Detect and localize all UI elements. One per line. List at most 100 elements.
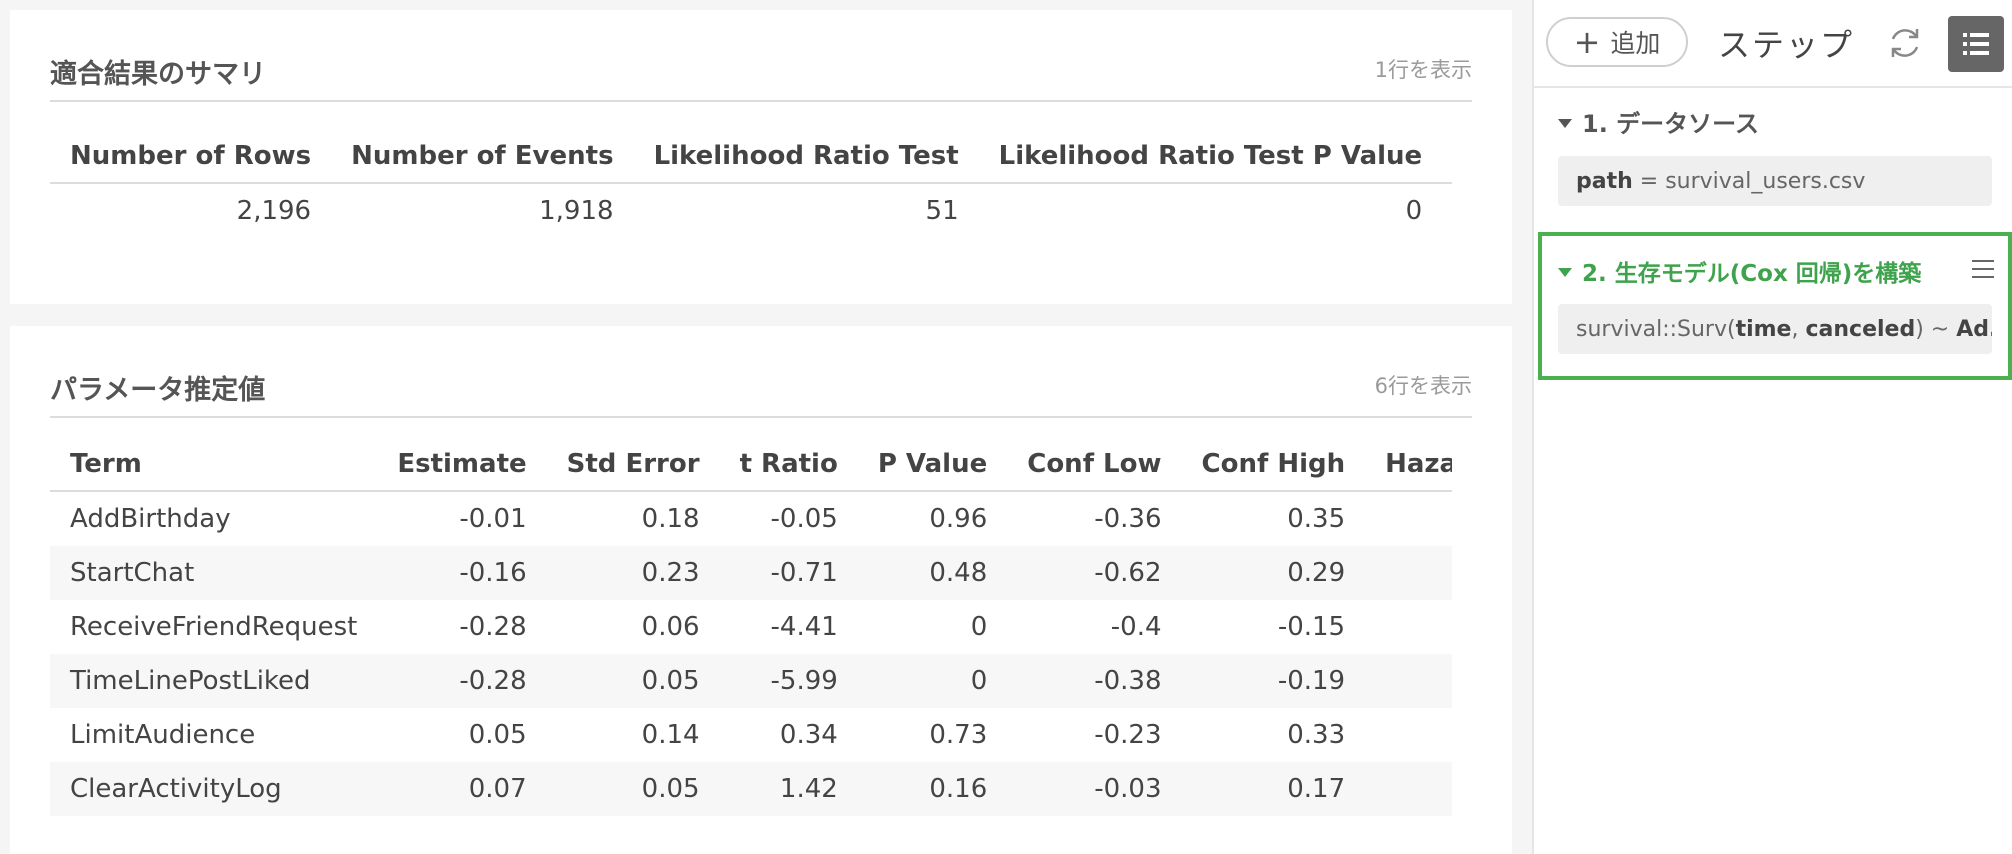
summary-cell: 0 [1405,196,1423,226]
step-2-selected[interactable]: 2. 生存モデル(Cox 回帰)を構築 survival::Surv(time,… [1538,232,2012,380]
value-cell: 1.07 [1345,762,1452,816]
summary-cell: 1,918 [539,196,614,226]
step-2-code-part: ) ~ [1915,316,1957,342]
step-2-code-truncated: Ad... [1956,316,1992,342]
summary-table-wrap[interactable]: Number of Rows Number of Events Likelihood… [50,130,1452,238]
summary-column-header[interactable]: Number of Rows [50,130,312,184]
parameters-column-header[interactable]: Estimate [357,438,527,492]
value-cell: 0.34 [779,720,838,750]
parameters-column-header[interactable]: Conf High [1161,438,1346,492]
value-cell: 0.35 [1287,504,1346,534]
step-1-code[interactable]: path = survival_users.csv [1558,156,1992,206]
step-1-title: 1. データソース [1582,110,1759,138]
value-cell: 0.18 [641,504,700,534]
refresh-icon[interactable] [1886,24,1924,62]
parameters-table: Term Estimate Std Error t Ratio P Value Conf … [50,438,1452,816]
value-cell: -0.05 [770,504,838,534]
value-cell: 0.06 [641,612,700,642]
value-cell: 0.76 [1345,600,1452,654]
value-cell: -5.99 [699,654,838,708]
value-cell: -0.4 [1110,612,1162,642]
steps-sidebar: + 追加 ステップ 1. データソース path = survival_user… [1532,0,2012,854]
value-cell: -0.62 [987,546,1162,600]
parameters-column-header[interactable]: Std Error [526,438,700,492]
collapse-triangle-icon [1558,118,1572,128]
value-cell: 0.99 [1345,491,1452,546]
summary-title: 適合結果のサマリ [50,59,266,90]
steps-title: ステップ [1718,26,1855,64]
add-step-label: 追加 [1610,29,1661,58]
step-2-code-part: , [1791,316,1806,342]
table-row: TimeLinePostLiked -0.28 0.05 -5.99 0 -0.38 -0.… [50,654,1452,708]
term-cell: StartChat [50,546,358,600]
parameters-column-header[interactable]: Conf Low [987,438,1162,492]
table-row: StartChat-0.160.23-0.710.48-0.620.290.85 [50,546,1452,600]
value-cell: -0.03 [987,762,1162,816]
step-2-code-part: survival::Surv( [1576,316,1736,342]
menu-icon[interactable] [1972,260,1994,278]
value-cell: 0.85 [1345,546,1452,600]
value-cell: -4.41 [770,612,838,642]
summary-column-header[interactable]: Likelihood Ratio Test [613,130,959,184]
value-cell: -0.36 [1094,504,1162,534]
summary-cell: 51 [925,196,959,226]
term-cell: ReceiveFriendRequest [70,612,358,642]
value-cell: 0.17 [1161,762,1346,816]
value-cell: -0.38 [987,654,1162,708]
step-2-code[interactable]: survival::Surv(time, canceled) ~ Ad... [1558,304,1992,354]
value-cell: 0.05 [526,762,700,816]
list-view-icon [1963,33,1989,55]
summary-column-header[interactable]: Score Test [1422,130,1452,184]
term-cell: ClearActivityLog [50,762,358,816]
summary-data-row: 2,196 1,918 51 050 [50,183,1452,238]
term-cell: AddBirthday [70,504,231,534]
main-content: 適合結果のサマリ 1行を表示 Number of Rows Number of E… [0,0,1532,854]
parameters-header-row: Term Estimate Std Error t Ratio P Value Conf … [50,438,1452,492]
add-step-button[interactable]: + 追加 [1546,17,1688,67]
value-cell: 0 [837,654,988,708]
parameters-body: AddBirthday-0.010.18-0.050.96-0.360.350.… [50,491,1452,816]
parameters-table-wrap[interactable]: Term Estimate Std Error t Ratio P Value Conf … [50,438,1452,816]
summary-cell: 50 [1422,183,1452,238]
parameters-title: パラメータ推定値 [50,375,266,406]
parameters-column-header[interactable]: P Value [837,438,988,492]
value-cell: -0.19 [1161,654,1346,708]
step-1-key: path [1576,168,1633,194]
parameters-row-count: 6行を表示 [1374,374,1472,398]
step-2-header[interactable]: 2. 生存モデル(Cox 回帰)を構築 [1558,254,1921,288]
value-cell: -0.23 [1094,720,1162,750]
parameters-card: パラメータ推定値 6行を表示 Term Estimate Std Error t Ra… [10,326,1512,854]
summary-column-header[interactable]: Likelihood Ratio Test P Value [958,130,1423,184]
value-cell: 0.07 [357,762,527,816]
value-cell: 0.76 [1345,654,1452,708]
summary-column-header[interactable]: Number of Events [311,130,614,184]
summary-header-row: Number of Rows Number of Events Likelihood… [50,130,1452,184]
value-cell: 0.29 [1161,546,1346,600]
parameters-header: パラメータ推定値 6行を表示 [50,326,1472,418]
step-1-header[interactable]: 1. データソース [1558,104,1759,139]
list-view-button[interactable] [1948,16,2004,72]
value-cell: -0.28 [459,612,527,642]
sidebar-toolbar: + 追加 ステップ [1534,0,2012,88]
summary-cell: 2,196 [236,196,312,226]
value-cell: -0.15 [1277,612,1346,642]
step-2-code-time: time [1735,316,1792,342]
parameters-column-header[interactable]: Term [50,438,358,492]
parameters-column-header[interactable]: t Ratio [699,438,838,492]
value-cell: 0 [970,612,988,642]
value-cell: 1.05 [1345,708,1452,762]
table-row: LimitAudience 0.05 0.14 0.34 0.73 -0.23 0.331.… [50,708,1452,762]
parameters-column-header[interactable]: Hazard Ratio [1345,438,1452,492]
step-2-code-canceled: canceled [1805,316,1916,342]
value-cell: 0.73 [929,720,988,750]
plus-icon: + [1573,23,1601,61]
step-2-title: 2. 生存モデル(Cox 回帰)を構築 [1582,261,1922,287]
value-cell: -0.16 [357,546,527,600]
value-cell: 0.14 [641,720,700,750]
step-1-value: survival_users.csv [1665,168,1866,194]
summary-table: Number of Rows Number of Events Likelihood… [50,130,1452,238]
term-cell: TimeLinePostLiked [50,654,358,708]
table-row: AddBirthday -0.01 0.18 -0.05 0.96 -0.36 0.350.… [50,491,1452,546]
value-cell: 0.16 [837,762,988,816]
summary-header: 適合結果のサマリ 1行を表示 [50,10,1472,102]
